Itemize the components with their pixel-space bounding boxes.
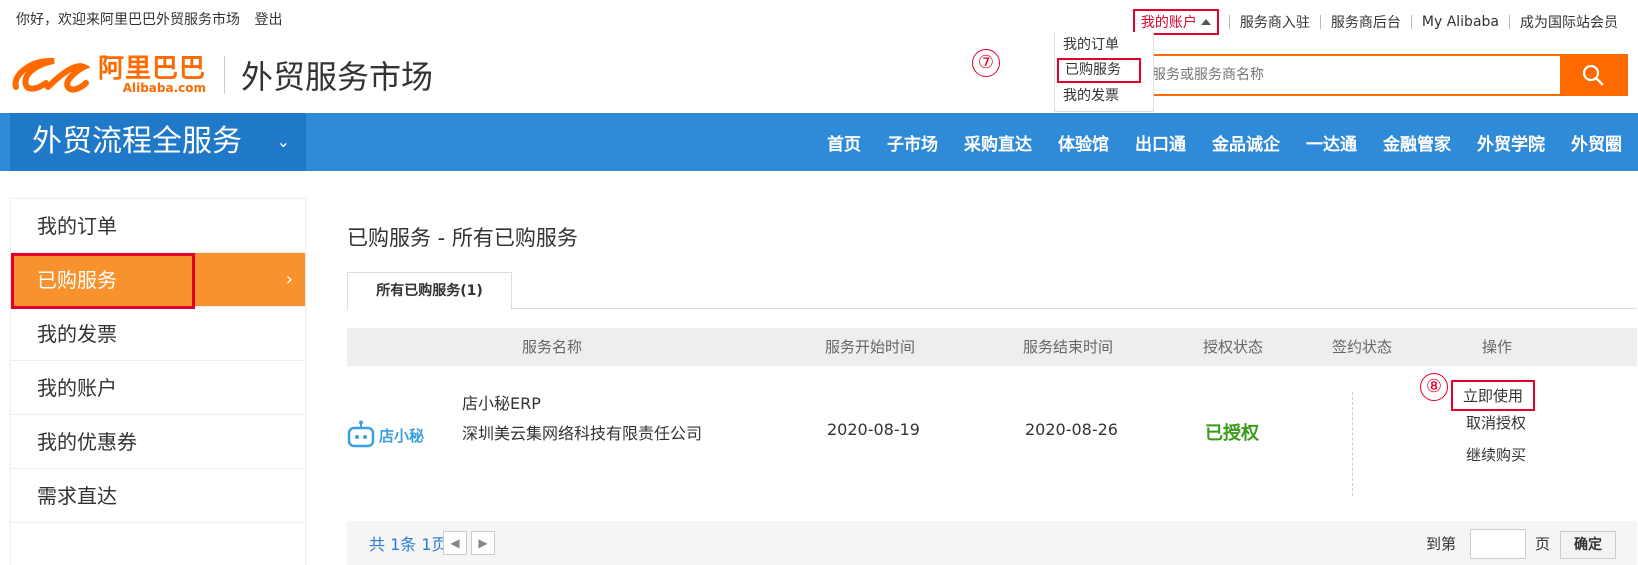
nav-items: 首页 子市场 采购直达 体验馆 出口通 金品诚企 一达通 金融管家 外贸学院 外…: [827, 113, 1622, 171]
chevron-right-icon: ▶: [478, 536, 488, 550]
caret-up-icon: [1200, 19, 1211, 25]
nav-item-gold-supplier[interactable]: 金品诚企: [1212, 130, 1280, 155]
provider-backend-link[interactable]: 服务商后台: [1331, 12, 1401, 32]
my-alibaba-link[interactable]: My Alibaba: [1422, 14, 1499, 30]
logout-link[interactable]: 登出: [254, 12, 282, 28]
divider: [1352, 392, 1353, 496]
sidebar-item-my-account[interactable]: 我的账户: [11, 361, 305, 415]
logo-wordmark: 阿里巴巴 Alibaba.com: [98, 56, 206, 94]
robot-icon: [347, 420, 375, 448]
nav-item-community[interactable]: 外贸圈: [1571, 130, 1622, 155]
tab-divider: [347, 308, 1637, 309]
tab-all-purchased[interactable]: 所有已购服务(1): [347, 272, 512, 310]
pagination: 共 1条 1页 ◀ ▶ 到第 页 确定: [347, 521, 1637, 565]
service-company: 深圳美云集网络科技有限责任公司: [462, 424, 703, 443]
divider: [1509, 15, 1510, 29]
nav-item-sub-market[interactable]: 子市场: [887, 130, 938, 155]
sidebar-item-my-invoices[interactable]: 我的发票: [11, 307, 305, 361]
divider: [1228, 15, 1230, 29]
prev-page-button[interactable]: ◀: [443, 531, 467, 555]
column-header-service-name: 服务名称: [522, 338, 583, 356]
greeting-text: 你好，欢迎来阿里巴巴外贸服务市场: [16, 12, 240, 28]
column-header-end-time: 服务结束时间: [1023, 338, 1114, 356]
divider: [1319, 15, 1321, 29]
main-nav: 外贸流程全服务 ⌄ 首页 子市场 采购直达 体验馆 出口通 金品诚企 一达通 金…: [0, 113, 1638, 171]
category-label: 外贸流程全服务: [32, 124, 242, 159]
site-logo[interactable]: 阿里巴巴 Alibaba.com 外贸服务市场: [10, 50, 433, 100]
chevron-left-icon: ◀: [450, 536, 460, 550]
sidebar-item-my-orders[interactable]: 我的订单: [11, 199, 305, 253]
page-title: 已购服务 - 所有已购服务: [347, 226, 578, 250]
goto-prefix: 到第: [1426, 535, 1457, 553]
nav-item-onetouch[interactable]: 一达通: [1306, 130, 1357, 155]
become-member-link[interactable]: 成为国际站会员: [1520, 12, 1618, 32]
service-logo: 店小秘: [347, 420, 424, 450]
top-links: 我的账户 服务商入驻 服务商后台 My Alibaba 成为国际站会员: [1132, 9, 1618, 35]
service-start-date: 2020-08-19: [827, 420, 920, 439]
column-header-sign-status: 签约状态: [1332, 338, 1393, 356]
alibaba-logo-icon: [12, 57, 90, 93]
continue-purchase-link[interactable]: 继续购买: [1466, 444, 1526, 465]
dropdown-item-purchased-services[interactable]: 已购服务: [1057, 58, 1141, 83]
column-header-actions: 操作: [1482, 338, 1513, 356]
sidebar: 我的订单 已购服务 › 我的发票 我的账户 我的优惠券 需求直达: [10, 198, 306, 565]
next-page-button[interactable]: ▶: [471, 531, 495, 555]
goto-suffix: 页: [1535, 535, 1551, 553]
account-dropdown: 我的订单 已购服务 我的发票: [1054, 32, 1154, 112]
search-bar: [1140, 54, 1628, 96]
page-number-input[interactable]: [1470, 529, 1526, 559]
step-marker-7: ⑦: [972, 49, 1000, 77]
provider-join-link[interactable]: 服务商入驻: [1240, 12, 1310, 32]
logo-divider: [224, 56, 226, 94]
column-header-start-time: 服务开始时间: [825, 338, 916, 356]
category-menu-button[interactable]: 外贸流程全服务 ⌄: [10, 113, 306, 171]
chevron-right-icon: ›: [285, 269, 293, 290]
divider: [1410, 15, 1412, 29]
nav-item-experience[interactable]: 体验馆: [1058, 130, 1109, 155]
confirm-page-button[interactable]: 确定: [1560, 531, 1616, 559]
table-header: 服务名称 服务开始时间 服务结束时间 授权状态 签约状态 操作: [347, 328, 1637, 366]
welcome-text: 你好，欢迎来阿里巴巴外贸服务市场 登出: [16, 9, 282, 29]
sidebar-item-label: 需求直达: [37, 484, 117, 508]
search-input[interactable]: [1142, 56, 1560, 94]
search-button[interactable]: [1560, 56, 1626, 94]
site-title: 外贸服务市场: [241, 58, 434, 96]
service-name: 店小秘ERP: [462, 394, 541, 413]
service-logo-text: 店小秘: [379, 426, 425, 445]
revoke-authorization-link[interactable]: 取消授权: [1466, 412, 1526, 433]
dropdown-item-my-orders[interactable]: 我的订单: [1055, 32, 1153, 58]
step-marker-8: ⑧: [1420, 373, 1448, 401]
sidebar-item-label: 我的优惠券: [37, 430, 137, 454]
use-now-button[interactable]: 立即使用: [1451, 380, 1536, 411]
nav-item-finance[interactable]: 金融管家: [1383, 130, 1451, 155]
nav-item-academy[interactable]: 外贸学院: [1477, 130, 1545, 155]
service-end-date: 2020-08-26: [1025, 420, 1118, 439]
top-bar: 你好，欢迎来阿里巴巴外贸服务市场 登出 我的账户 服务商入驻 服务商后台 My …: [0, 0, 1638, 36]
auth-status-badge: 已授权: [1205, 423, 1259, 444]
sidebar-item-label: 我的账户: [37, 376, 117, 400]
column-header-auth-status: 授权状态: [1203, 338, 1264, 356]
nav-item-home[interactable]: 首页: [827, 130, 861, 155]
nav-item-export[interactable]: 出口通: [1135, 130, 1186, 155]
sidebar-item-demand-direct[interactable]: 需求直达: [11, 469, 305, 523]
nav-item-direct-purchase[interactable]: 采购直达: [964, 130, 1032, 155]
sidebar-item-my-coupons[interactable]: 我的优惠券: [11, 415, 305, 469]
logo-chinese-text: 阿里巴巴: [98, 54, 207, 84]
page-summary: 共 1条 1页: [369, 535, 448, 554]
sidebar-item-purchased-services[interactable]: 已购服务 ›: [11, 253, 305, 309]
highlight-box: [11, 253, 195, 309]
search-icon: [1582, 64, 1604, 86]
my-account-label: 我的账户: [1140, 15, 1197, 31]
sidebar-item-label: 我的订单: [37, 214, 117, 238]
dropdown-item-my-invoices[interactable]: 我的发票: [1055, 83, 1153, 109]
sidebar-item-label: 我的发票: [37, 322, 117, 346]
chevron-down-icon: ⌄: [276, 132, 290, 151]
